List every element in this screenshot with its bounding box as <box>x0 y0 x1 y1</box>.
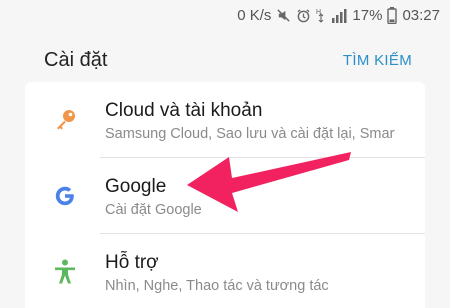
settings-item-subtitle: Cài đặt Google <box>105 201 202 218</box>
page-title: Cài đặt <box>44 48 108 71</box>
settings-item-subtitle: Samsung Cloud, Sao lưu và cài đặt lại, S… <box>105 125 395 142</box>
google-icon <box>25 158 105 233</box>
settings-item-subtitle: Nhìn, Nghe, Thao tác và tương tác <box>105 277 329 294</box>
clock: 03:27 <box>402 6 440 24</box>
search-button[interactable]: TÌM KIẾM <box>343 52 412 69</box>
battery-percent: 17% <box>352 6 383 24</box>
network-icon: H <box>316 7 326 23</box>
network-speed: 0 K/s <box>237 6 272 24</box>
signal-icon <box>331 8 347 23</box>
mute-icon <box>276 8 291 23</box>
settings-item-title: Cloud và tài khoản <box>105 99 263 121</box>
settings-item-accessibility[interactable]: Hỗ trợ Nhìn, Nghe, Thao tác và tương tác <box>25 234 425 308</box>
key-icon <box>25 82 105 157</box>
settings-screen: 0 K/s H 17% 03:27 Cài đặt TÌM KIẾM Cloud… <box>0 0 450 308</box>
alarm-icon <box>296 8 311 23</box>
settings-item-title: Hỗ trợ <box>105 251 159 273</box>
header: Cài đặt TÌM KIẾM <box>0 30 450 90</box>
settings-list: Cloud và tài khoản Samsung Cloud, Sao lư… <box>25 82 425 308</box>
settings-item-cloud-accounts[interactable]: Cloud và tài khoản Samsung Cloud, Sao lư… <box>25 82 425 157</box>
battery-icon <box>387 6 398 24</box>
settings-item-google[interactable]: Google Cài đặt Google <box>25 158 425 233</box>
status-bar: 0 K/s H 17% 03:27 <box>0 0 450 30</box>
accessibility-icon <box>25 234 105 308</box>
settings-item-title: Google <box>105 175 167 197</box>
